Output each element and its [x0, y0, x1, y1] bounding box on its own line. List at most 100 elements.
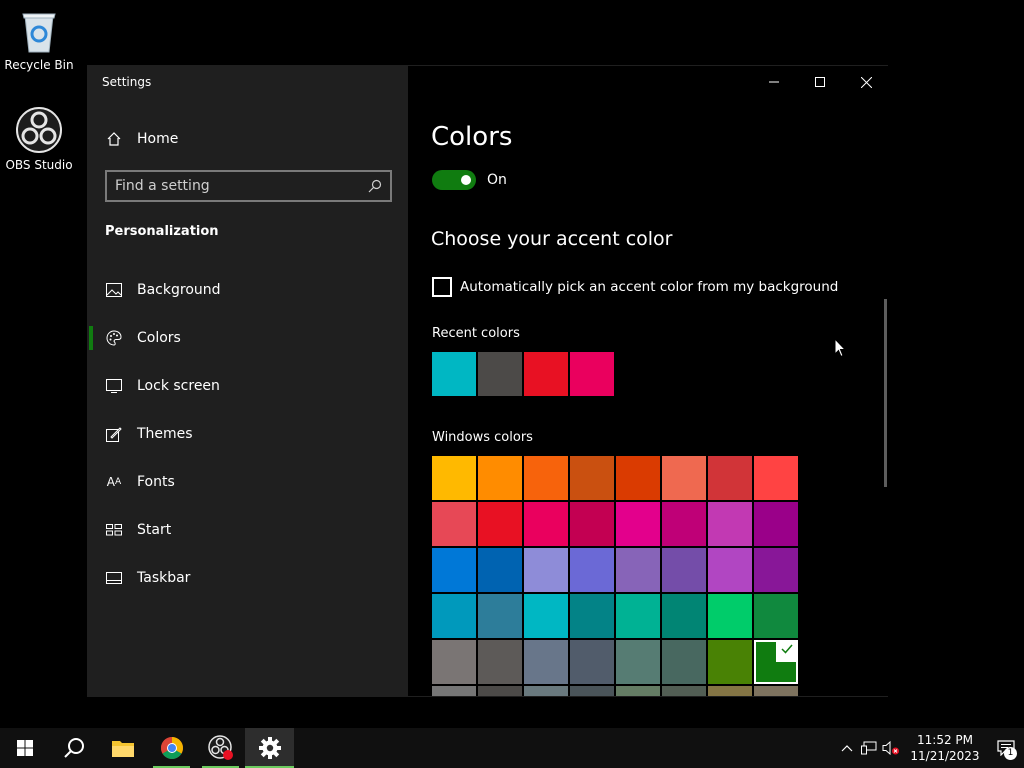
windows-color-swatch[interactable]: [570, 456, 614, 500]
taskbar-settings[interactable]: [245, 728, 294, 768]
taskbar-chrome[interactable]: [147, 728, 196, 768]
windows-color-swatch[interactable]: [478, 594, 522, 638]
toggle-state-label: On: [487, 172, 507, 188]
windows-color-swatch[interactable]: [662, 502, 706, 546]
windows-color-swatch[interactable]: [524, 456, 568, 500]
windows-color-swatch[interactable]: [478, 548, 522, 592]
sidebar-item-home[interactable]: Home: [106, 129, 178, 149]
start-button[interactable]: [0, 728, 49, 768]
maximize-button[interactable]: [797, 66, 843, 98]
windows-color-swatch[interactable]: [432, 502, 476, 546]
scrollbar[interactable]: [884, 299, 887, 487]
page-title: Colors: [431, 122, 513, 152]
windows-color-swatch[interactable]: [708, 456, 752, 500]
transparency-toggle[interactable]: [432, 170, 476, 190]
sidebar-item-label: Colors: [137, 330, 181, 346]
windows-color-swatch[interactable]: [570, 548, 614, 592]
auto-pick-row[interactable]: Automatically pick an accent color from …: [432, 277, 838, 297]
recent-color-swatch[interactable]: [524, 352, 568, 396]
windows-color-swatch[interactable]: [524, 502, 568, 546]
minimize-button[interactable]: [751, 66, 797, 98]
taskbar-obs-studio[interactable]: [196, 728, 245, 768]
recent-colors-label: Recent colors: [432, 326, 520, 341]
lock-screen-icon: [106, 378, 122, 394]
windows-color-swatch[interactable]: [616, 502, 660, 546]
windows-color-swatch[interactable]: [478, 640, 522, 684]
file-explorer-icon: [111, 741, 134, 757]
sidebar-item-background[interactable]: Background: [88, 266, 408, 314]
windows-color-swatch[interactable]: [432, 456, 476, 500]
windows-color-swatch[interactable]: [754, 548, 798, 592]
brush-icon: [106, 426, 122, 442]
settings-sidebar: Settings Home Personalization Background: [88, 66, 408, 696]
windows-color-swatch[interactable]: [662, 640, 706, 684]
windows-color-swatch[interactable]: [524, 640, 568, 684]
windows-color-swatch[interactable]: [754, 456, 798, 500]
close-button[interactable]: [843, 66, 889, 98]
show-hidden-icons-button[interactable]: [836, 728, 858, 768]
recent-color-swatch[interactable]: [570, 352, 614, 396]
search-input[interactable]: [115, 178, 368, 194]
sidebar-nav: Background Colors Lock screen Themes A A…: [88, 266, 408, 602]
auto-pick-checkbox[interactable]: [432, 277, 452, 297]
sidebar-item-colors[interactable]: Colors: [88, 314, 408, 362]
windows-color-swatch[interactable]: [754, 640, 798, 684]
sidebar-item-taskbar[interactable]: Taskbar: [88, 554, 408, 602]
windows-color-swatch[interactable]: [662, 686, 706, 696]
windows-color-swatch[interactable]: [662, 548, 706, 592]
search-box[interactable]: [105, 170, 392, 202]
taskbar-icon: [106, 570, 122, 586]
clock[interactable]: 11:52 PM 11/21/2023: [910, 732, 980, 764]
windows-color-swatch[interactable]: [708, 548, 752, 592]
taskbar: 11:52 PM 11/21/2023 1: [0, 728, 1024, 768]
windows-color-swatch[interactable]: [432, 594, 476, 638]
windows-color-swatch[interactable]: [432, 548, 476, 592]
windows-color-swatch[interactable]: [478, 502, 522, 546]
taskbar-file-explorer[interactable]: [98, 728, 147, 768]
maximize-icon: [815, 77, 825, 87]
sidebar-item-label: Taskbar: [137, 570, 191, 586]
network-button[interactable]: [858, 728, 880, 768]
windows-color-swatch[interactable]: [616, 456, 660, 500]
windows-color-swatch[interactable]: [616, 548, 660, 592]
obs-studio-icon: [207, 735, 233, 760]
windows-color-swatch[interactable]: [478, 686, 522, 696]
desktop-icon-recycle-bin[interactable]: Recycle Bin: [1, 8, 77, 72]
volume-button[interactable]: [880, 728, 902, 768]
windows-color-swatch[interactable]: [754, 594, 798, 638]
taskbar-search-button[interactable]: [49, 728, 98, 768]
windows-color-swatch[interactable]: [708, 502, 752, 546]
sidebar-item-lock-screen[interactable]: Lock screen: [88, 362, 408, 410]
windows-color-swatch[interactable]: [616, 640, 660, 684]
windows-color-swatch[interactable]: [662, 456, 706, 500]
recent-color-swatch[interactable]: [478, 352, 522, 396]
windows-color-swatch[interactable]: [570, 640, 614, 684]
sidebar-item-themes[interactable]: Themes: [88, 410, 408, 458]
windows-color-swatch[interactable]: [524, 686, 568, 696]
checkmark-icon: [781, 644, 793, 654]
windows-color-swatch[interactable]: [708, 686, 752, 696]
windows-color-swatch[interactable]: [708, 594, 752, 638]
windows-color-swatch[interactable]: [570, 686, 614, 696]
sidebar-item-fonts[interactable]: AA Fonts: [88, 458, 408, 506]
windows-color-swatch[interactable]: [432, 686, 476, 696]
recent-color-swatch[interactable]: [432, 352, 476, 396]
windows-color-swatch[interactable]: [662, 594, 706, 638]
windows-color-swatch[interactable]: [432, 640, 476, 684]
windows-color-swatch[interactable]: [524, 594, 568, 638]
windows-color-swatch[interactable]: [708, 640, 752, 684]
window-title: Settings: [102, 75, 152, 89]
windows-color-swatch[interactable]: [570, 594, 614, 638]
windows-color-swatch[interactable]: [524, 548, 568, 592]
search-icon[interactable]: [368, 179, 382, 193]
windows-color-swatch[interactable]: [754, 686, 798, 696]
windows-color-swatch[interactable]: [616, 594, 660, 638]
windows-color-swatch[interactable]: [616, 686, 660, 696]
desktop-icon-obs-studio[interactable]: OBS Studio: [1, 106, 77, 172]
sidebar-item-start[interactable]: Start: [88, 506, 408, 554]
chrome-icon: [160, 737, 183, 759]
windows-color-swatch[interactable]: [570, 502, 614, 546]
windows-color-swatch[interactable]: [478, 456, 522, 500]
action-center-button[interactable]: 1: [988, 728, 1024, 768]
windows-color-swatch[interactable]: [754, 502, 798, 546]
